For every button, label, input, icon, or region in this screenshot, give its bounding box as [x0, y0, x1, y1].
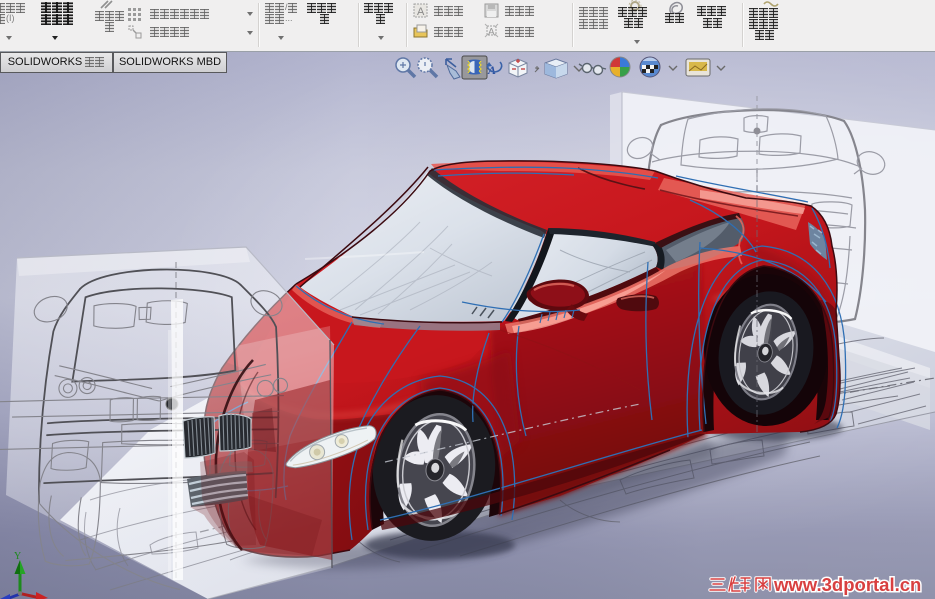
svg-text:www.3dportal.cn: www.3dportal.cn — [773, 574, 921, 595]
svg-text:A: A — [417, 6, 425, 18]
svg-text:Y: Y — [14, 551, 21, 562]
svg-text:A: A — [488, 27, 495, 38]
